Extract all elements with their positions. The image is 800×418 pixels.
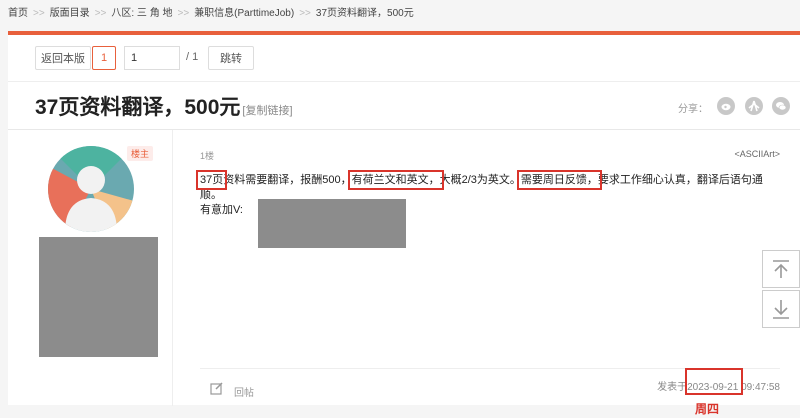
scroll-to-bottom-icon bbox=[773, 300, 789, 319]
breadcrumb-board[interactable]: 兼职信息(ParttimeJob) bbox=[194, 8, 294, 19]
post: 楼主 1楼 <ASCIIArt> 37页资料需要翻译，报酬500，有荷兰文和英文… bbox=[8, 129, 800, 406]
page-1-button[interactable]: 1 bbox=[92, 46, 116, 70]
reply-edit-icon[interactable] bbox=[210, 381, 224, 395]
breadcrumb-separator: >> bbox=[33, 8, 45, 19]
floor-number: 1楼 bbox=[200, 151, 215, 161]
highlight-page-count: 37页 bbox=[195, 170, 228, 190]
reply-button[interactable]: 回帖 bbox=[234, 384, 254, 399]
scroll-to-bottom-button[interactable] bbox=[762, 290, 800, 328]
renren-icon[interactable] bbox=[745, 97, 763, 115]
breadcrumb-current: 37页资料翻译，500元 bbox=[315, 8, 414, 19]
share-label: 分享： bbox=[678, 104, 708, 115]
highlight-languages: 有荷兰文和英文， bbox=[347, 170, 444, 190]
highlight-sunday-feedback: 需要周日反馈， bbox=[516, 170, 602, 190]
breadcrumb-separator: >> bbox=[177, 8, 190, 19]
copy-link-button[interactable]: [复制链接] bbox=[242, 105, 292, 117]
breadcrumb-home[interactable]: 首页 bbox=[8, 8, 28, 19]
original-poster-badge: 楼主 bbox=[127, 146, 154, 161]
date-highlight-box bbox=[685, 368, 743, 395]
jump-button[interactable]: 跳转 bbox=[208, 46, 254, 70]
post-title-text: 37页资料翻译，500元 bbox=[35, 96, 241, 119]
back-to-board-button[interactable]: 返回本版 bbox=[35, 46, 91, 70]
body-text: 资料需要翻译，报酬500， bbox=[223, 174, 352, 186]
avatar[interactable] bbox=[48, 146, 134, 232]
author-info-redacted bbox=[39, 237, 158, 357]
post-title: 37页资料翻译，500元 [复制链接] bbox=[35, 91, 293, 121]
body-text: 要求工作细心认真，翻译后语句通 bbox=[597, 174, 763, 186]
breadcrumb-separator: >> bbox=[94, 8, 107, 19]
total-pages: / 1 bbox=[186, 51, 199, 63]
wechat-icon[interactable] bbox=[772, 97, 790, 115]
page-number-input[interactable] bbox=[124, 46, 180, 70]
post-title-bar: 37页资料翻译，500元 [复制链接] 分享： bbox=[8, 81, 800, 129]
weekday-annotation: 周四 bbox=[695, 402, 720, 416]
scroll-to-top-icon bbox=[773, 260, 789, 278]
breadcrumb-separator: >> bbox=[299, 8, 311, 19]
author-panel: 楼主 bbox=[8, 130, 173, 406]
posted-time: 09:47:58 bbox=[741, 382, 780, 393]
weibo-icon[interactable] bbox=[717, 97, 735, 115]
body-text: 大概2/3为英文。 bbox=[439, 174, 521, 186]
pagination-bar: 返回本版 1 / 1 跳转 bbox=[8, 35, 800, 81]
scroll-to-top-button[interactable] bbox=[762, 250, 800, 288]
posted-prefix: 发表于 bbox=[657, 382, 688, 393]
breadcrumb-zone[interactable]: 八区: 三 角 地 bbox=[111, 8, 172, 19]
post-content: 1楼 <ASCIIArt> 37页资料需要翻译，报酬500，有荷兰文和英文，大概… bbox=[195, 130, 780, 406]
breadcrumb-board-directory[interactable]: 版面目录 bbox=[50, 8, 90, 19]
contact-redacted bbox=[258, 199, 406, 248]
username[interactable]: <ASCIIArt> bbox=[734, 149, 780, 159]
breadcrumb: 首页 >> 版面目录 >> 八区: 三 角 地 >> 兼职信息(ParttimeJob) >>… bbox=[0, 0, 800, 22]
